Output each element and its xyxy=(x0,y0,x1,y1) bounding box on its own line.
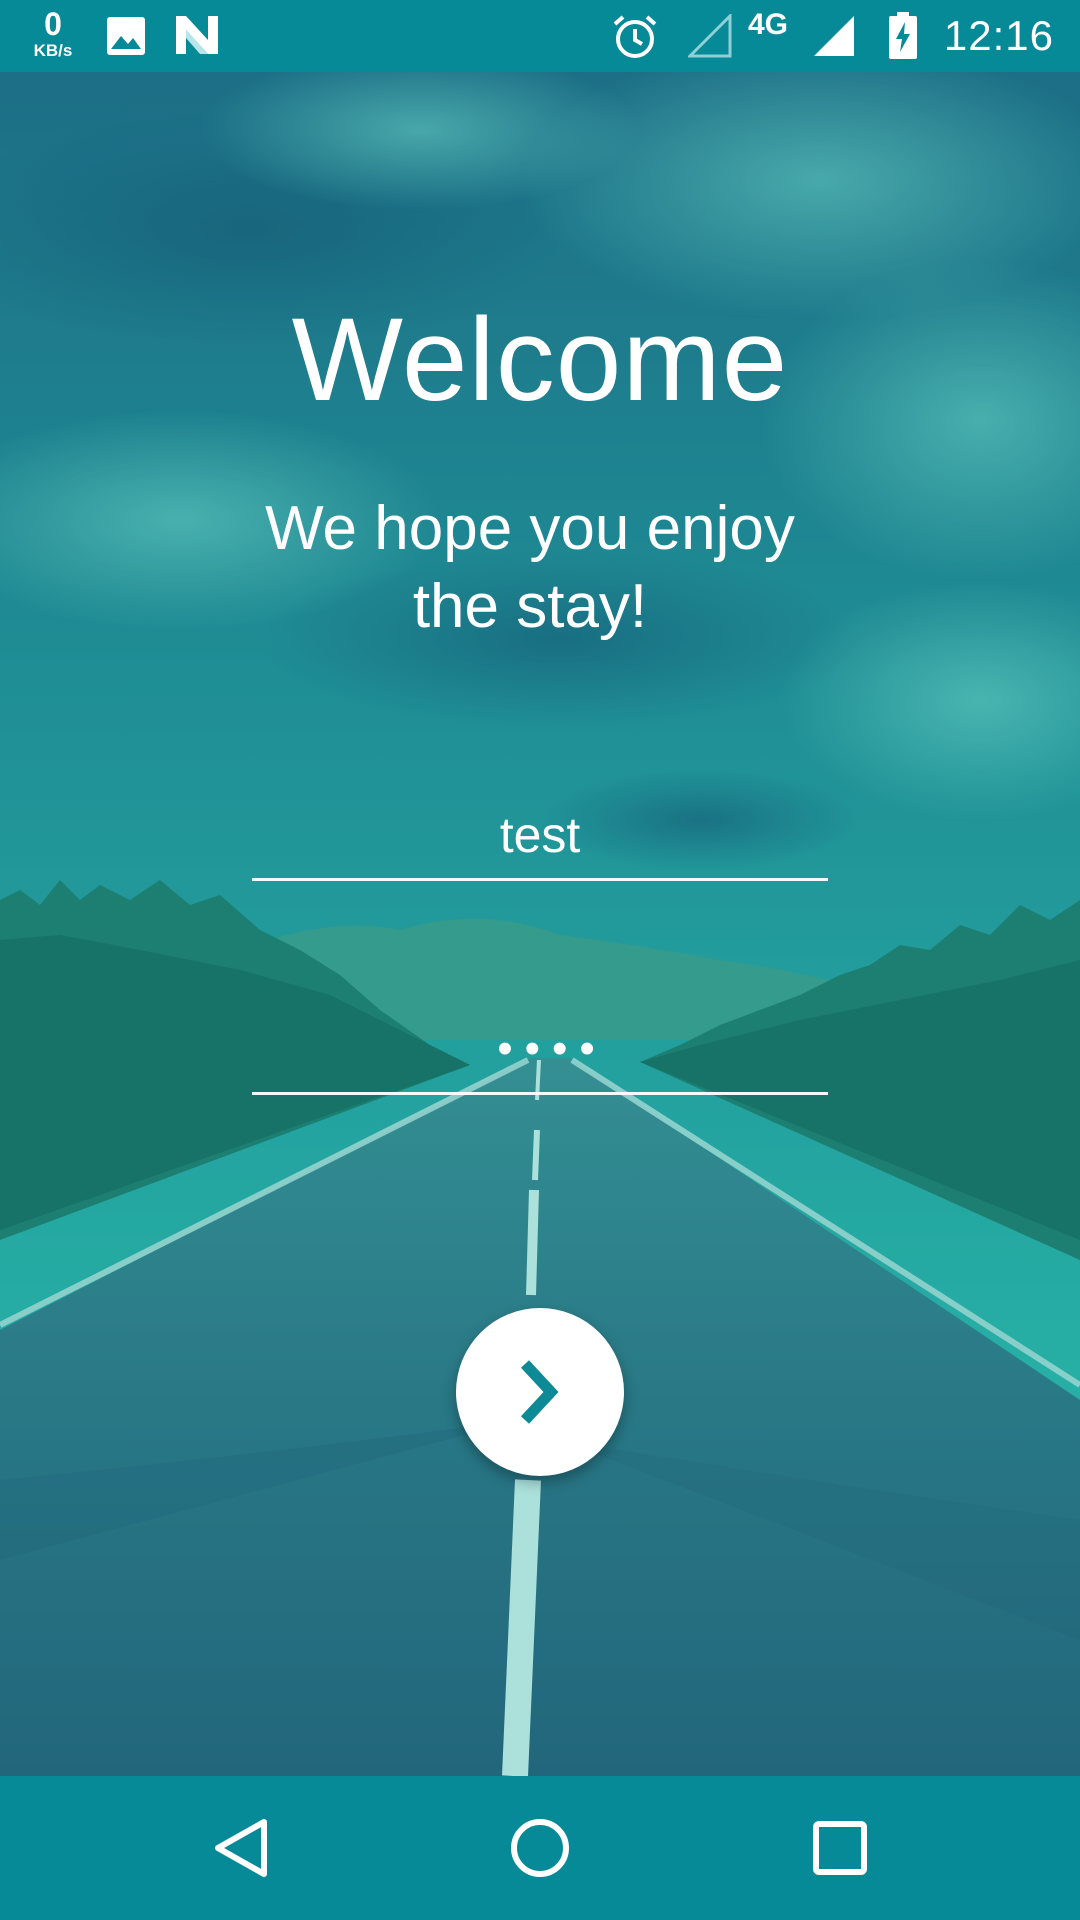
network-type: 4G xyxy=(748,8,789,41)
alarm-icon xyxy=(613,15,657,58)
username-field[interactable] xyxy=(252,792,828,881)
back-icon[interactable] xyxy=(194,1802,286,1894)
network-speed: 0 KB/s xyxy=(24,8,82,59)
background-image xyxy=(0,0,1080,1920)
password-field[interactable] xyxy=(252,1006,840,1095)
network-speed-value: 0 xyxy=(44,6,62,42)
welcome-title: Welcome xyxy=(291,294,789,426)
home-icon[interactable] xyxy=(494,1802,586,1894)
battery-charging-icon xyxy=(889,12,917,59)
recents-icon[interactable] xyxy=(794,1802,886,1894)
n-logo-icon xyxy=(176,16,218,54)
welcome-subtitle: We hope you enjoy the stay! xyxy=(265,494,795,641)
signal-icon xyxy=(814,16,854,56)
image-icon xyxy=(107,17,145,55)
status-bar: 0 KB/s 4G 12:16 xyxy=(0,0,1080,72)
chevron-right-icon xyxy=(520,1360,559,1424)
submit-button[interactable] xyxy=(456,1308,624,1476)
login-screen: 0 KB/s 4G 12:16 Welcome We hope you enjo… xyxy=(0,0,1080,1920)
password-input[interactable] xyxy=(252,1006,840,1092)
clock: 12:16 xyxy=(943,12,1054,59)
username-input[interactable] xyxy=(252,792,828,878)
signal-empty-icon xyxy=(688,14,732,58)
network-speed-unit: KB/s xyxy=(33,41,73,60)
navigation-bar xyxy=(0,1776,1080,1920)
